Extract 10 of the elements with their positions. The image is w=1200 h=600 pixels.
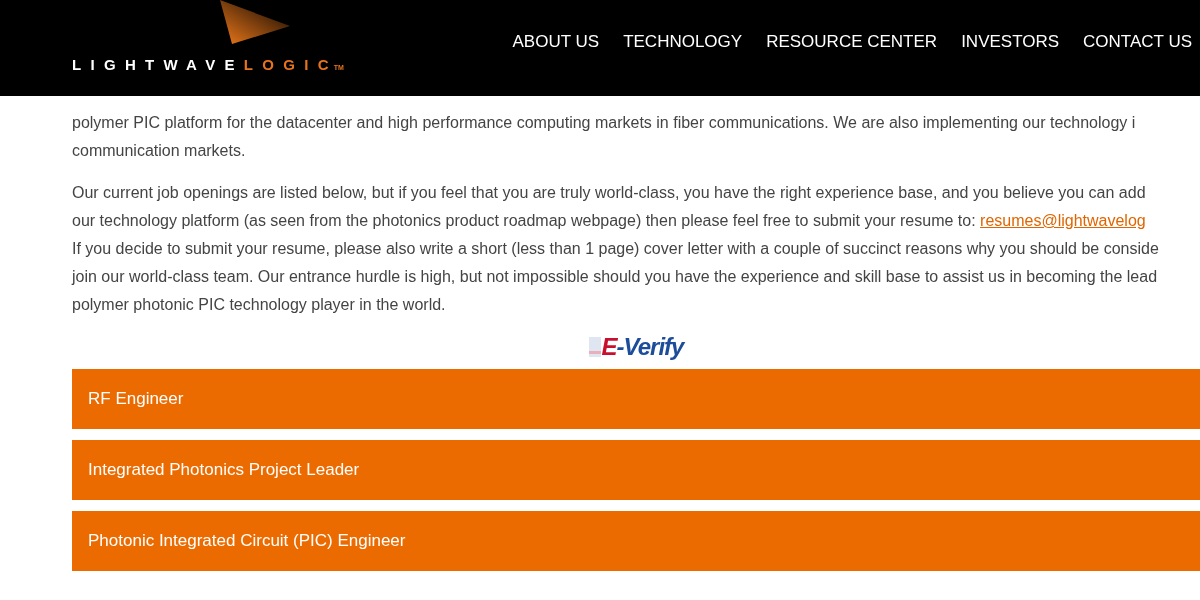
logo-triangle-icon: [220, 0, 290, 44]
everify-logo: E-Verify: [588, 333, 684, 361]
nav-link[interactable]: CONTACT US: [1083, 32, 1192, 52]
paragraph: polymer PIC platform for the datacenter and high performance computing markets in fiber communications. We are also implementing our technology i communication markets.: [72, 113, 1137, 161]
nav-link[interactable]: TECHNOLOGY: [623, 32, 743, 52]
email-link[interactable]: resumes@lightwavelog: [980, 212, 1146, 229]
paragraph: Our current job openings are listed below, but if you feel that you are truly world-class, you have the right experience base, and you believe you can add our technology platform (as seen from the photonics product roadmap webpage) then please feel free to submit your resume to: resumes@lightwavelog If you decide to submit your resume, please also write a short (less than 1 page) cover letter with a couple of succinct reasons why you should be conside join our world-class team. Our entrance hurdle is high, but not impossible should you have the experience and skill base to assist us in becoming the lead polymer photonic PIC technology player in the world.: [72, 183, 1160, 315]
nav-link[interactable]: RESOURCE CENTER: [766, 32, 938, 52]
nav-link[interactable]: ABOUT US: [512, 32, 600, 52]
nav-link[interactable]: INVESTORS: [961, 32, 1060, 52]
